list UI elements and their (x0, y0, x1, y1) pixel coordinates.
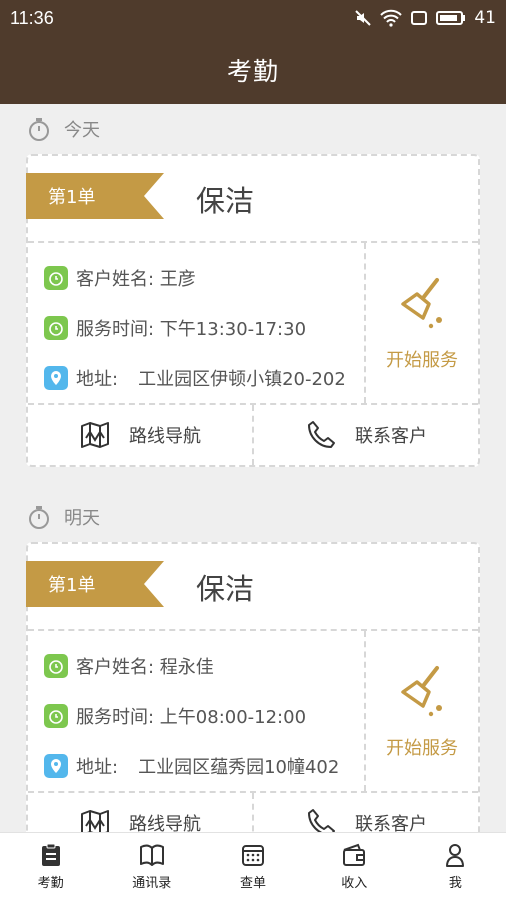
battery-level: 41 (474, 8, 496, 28)
broom-icon (401, 666, 442, 717)
order-number-tag: 第1单 (26, 561, 164, 607)
customer-name: 客户姓名: 程永佳 (76, 657, 214, 678)
book-icon (139, 844, 164, 866)
address-value: 工业园区蕴秀园10幢402 (138, 757, 340, 778)
tab-me[interactable]: 我 (405, 833, 506, 900)
alarm-clock-icon (44, 704, 68, 728)
service-time: 服务时间: 下午13:30-17:30 (76, 319, 307, 340)
map-icon (81, 422, 109, 448)
status-bar: 11:36 41 (0, 0, 506, 36)
contact-customer-button[interactable]: 联系客户 (252, 793, 478, 832)
address-label: 地址: (76, 757, 119, 778)
order-number-tag: 第1单 (26, 173, 164, 219)
wifi-icon (380, 9, 403, 27)
service-name: 保洁 (196, 572, 255, 606)
stopwatch-icon (29, 118, 49, 141)
broom-icon (401, 278, 442, 329)
service-name: 保洁 (196, 184, 255, 218)
bottom-tab-bar: 考勤 通讯录 查单 收入 我 (0, 832, 506, 900)
page-title: 考勤 (226, 57, 279, 86)
alarm-clock-icon (44, 316, 68, 340)
order-info: 客户姓名: 王彦 服务时间: 下午13:30-17:30 地址: 工业园区伊顿小… (28, 243, 366, 403)
status-time: 11:36 (10, 7, 54, 28)
attendance-list[interactable]: 今天 第1单 保洁 客户姓名: 王彦 服务时间: 下午13:30-17:30 地… (0, 104, 506, 832)
location-pin-icon (44, 754, 68, 778)
route-navigation-button[interactable]: 路线导航 (28, 793, 252, 832)
wallet-icon (343, 843, 366, 866)
customer-name: 客户姓名: 王彦 (76, 269, 196, 290)
alarm-clock-icon (44, 266, 68, 290)
order-card[interactable]: 第1单 保洁 客户姓名: 程永佳 服务时间: 上午08:00-12:00 地址:… (26, 542, 480, 832)
phone-icon (308, 809, 335, 832)
battery-icon (436, 11, 466, 25)
route-navigation-button[interactable]: 路线导航 (28, 405, 252, 465)
map-icon (81, 810, 109, 832)
order-info: 客户姓名: 程永佳 服务时间: 上午08:00-12:00 地址: 工业园区蕴秀… (28, 631, 366, 791)
phone-icon (308, 421, 335, 448)
address-label: 地址: (76, 369, 119, 390)
day-label: 今天 (64, 120, 100, 141)
tab-attendance[interactable]: 考勤 (0, 833, 101, 900)
start-service-button[interactable]: 开始服务 (366, 243, 478, 403)
tab-orders[interactable]: 查单 (202, 833, 303, 900)
day-section-today: 今天 第1单 保洁 客户姓名: 王彦 服务时间: 下午13:30-17:30 地… (26, 104, 480, 467)
tab-income[interactable]: 收入 (304, 833, 405, 900)
start-service-button[interactable]: 开始服务 (366, 631, 478, 791)
alarm-clock-icon (44, 654, 68, 678)
contact-customer-button[interactable]: 联系客户 (252, 405, 478, 465)
clipboard-icon (41, 843, 60, 866)
location-pin-icon (44, 366, 68, 390)
calendar-icon (242, 845, 264, 866)
top-bar: 11:36 41 考勤 (0, 0, 506, 104)
person-icon (446, 844, 465, 867)
screen-icon (411, 11, 428, 25)
order-card[interactable]: 第1单 保洁 客户姓名: 王彦 服务时间: 下午13:30-17:30 地址: … (26, 154, 480, 467)
day-label: 明天 (64, 508, 100, 529)
tab-contacts[interactable]: 通讯录 (101, 833, 202, 900)
address-value: 工业园区伊顿小镇20-202 (138, 369, 346, 390)
stopwatch-icon (29, 506, 49, 529)
day-section-tomorrow: 明天 第1单 保洁 客户姓名: 程永佳 服务时间: 上午08:00-12:00 … (26, 492, 480, 832)
mute-icon (355, 10, 372, 26)
service-time: 服务时间: 上午08:00-12:00 (76, 707, 307, 728)
